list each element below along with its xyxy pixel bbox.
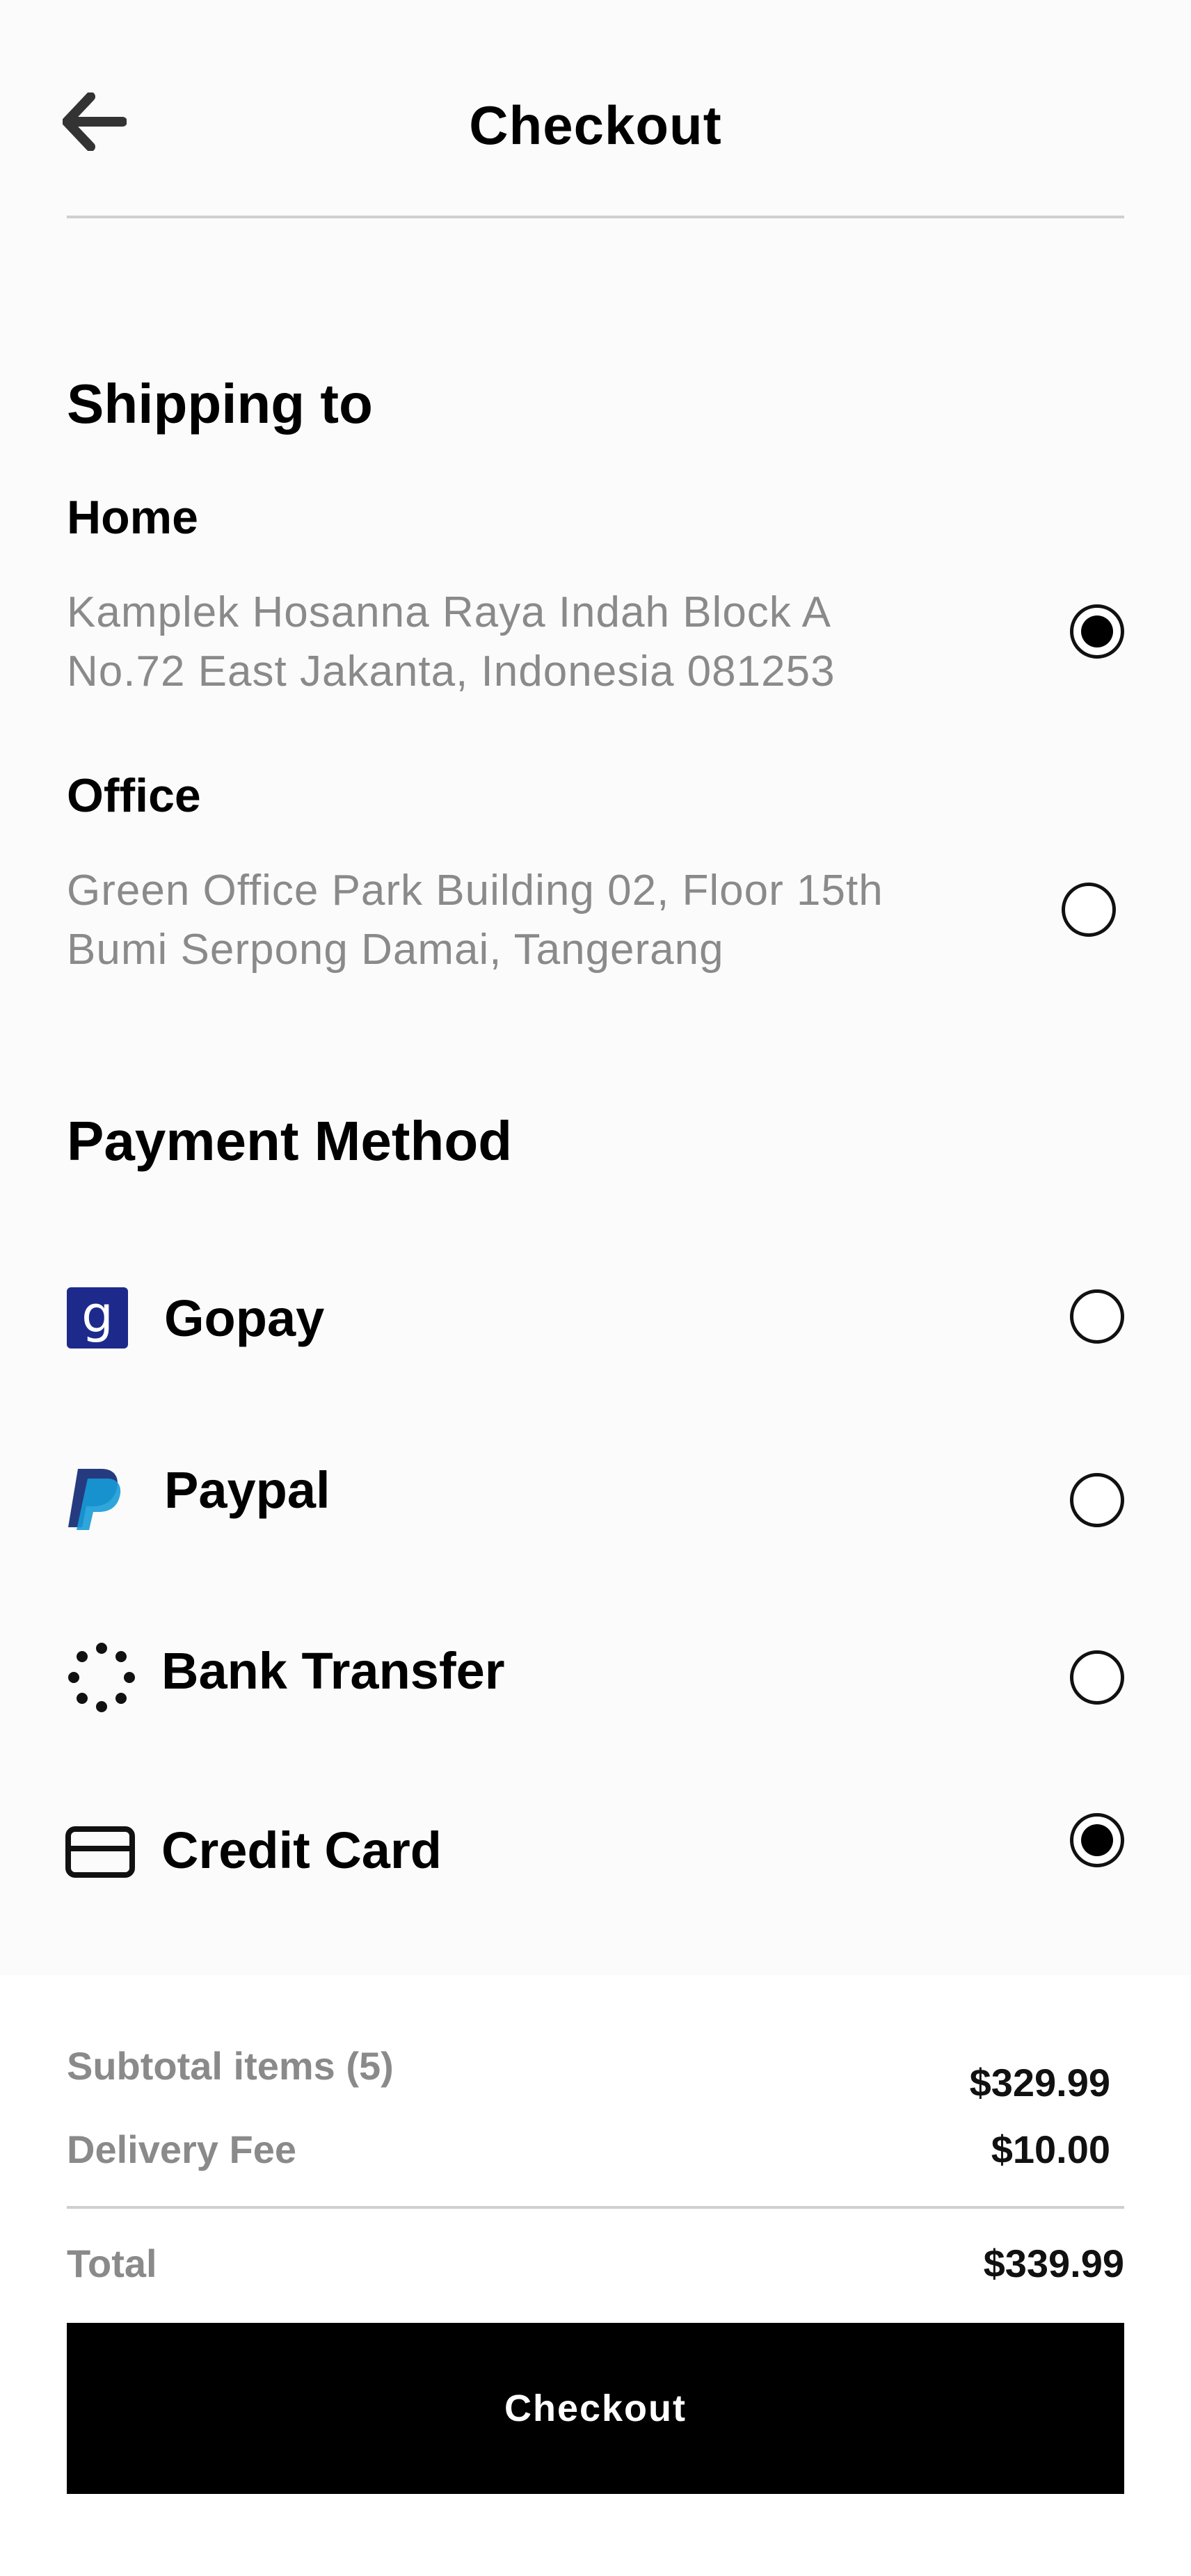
total-label: Total — [67, 2241, 157, 2285]
checkout-screen: Checkout Shipping to Home Kamplek Hosann… — [0, 0, 1191, 2576]
bank-transfer-icon — [65, 1641, 138, 1714]
delivery-fee-value: $10.00 — [991, 2127, 1110, 2171]
address-name: Office — [67, 769, 201, 822]
payment-radio-paypal[interactable] — [1070, 1473, 1124, 1527]
payment-label: Bank Transfer — [161, 1642, 505, 1700]
svg-text:g: g — [81, 1287, 113, 1344]
subtotal-value: $329.99 — [969, 2061, 1110, 2104]
address-radio-home[interactable] — [1070, 604, 1124, 659]
credit-card-icon — [65, 1826, 135, 1878]
address-name: Home — [67, 491, 198, 544]
payment-label: Credit Card — [161, 1821, 442, 1879]
subtotal-label: Subtotal items (5) — [67, 2044, 394, 2088]
shipping-section-title: Shipping to — [67, 373, 373, 435]
address-text: Green Office Park Building 02, Floor 15t… — [67, 861, 1013, 979]
header-divider — [67, 216, 1124, 218]
payment-radio-gopay[interactable] — [1070, 1289, 1124, 1344]
address-line-2: Bumi Serpong Damai, Tangerang — [67, 926, 724, 974]
total-value: $339.99 — [983, 2241, 1124, 2285]
address-line-2: No.72 East Jakanta, Indonesia 081253 — [67, 647, 836, 695]
address-radio-office[interactable] — [1062, 883, 1116, 937]
address-line-1: Green Office Park Building 02, Floor 15t… — [67, 867, 884, 915]
payment-label: Gopay — [164, 1289, 325, 1347]
address-text: Kamplek Hosanna Raya Indah Block A No.72… — [67, 583, 1013, 701]
payment-radio-credit-card[interactable] — [1070, 1813, 1124, 1867]
page-title: Checkout — [469, 95, 722, 156]
payment-section-title: Payment Method — [67, 1110, 513, 1172]
checkout-button[interactable]: Checkout — [67, 2323, 1124, 2494]
delivery-fee-label: Delivery Fee — [67, 2127, 296, 2171]
paypal-icon — [64, 1466, 122, 1530]
summary-divider — [67, 2206, 1124, 2209]
gopay-icon: g — [67, 1287, 128, 1349]
address-line-1: Kamplek Hosanna Raya Indah Block A — [67, 588, 831, 636]
payment-label: Paypal — [164, 1461, 330, 1519]
payment-radio-bank-transfer[interactable] — [1070, 1650, 1124, 1705]
